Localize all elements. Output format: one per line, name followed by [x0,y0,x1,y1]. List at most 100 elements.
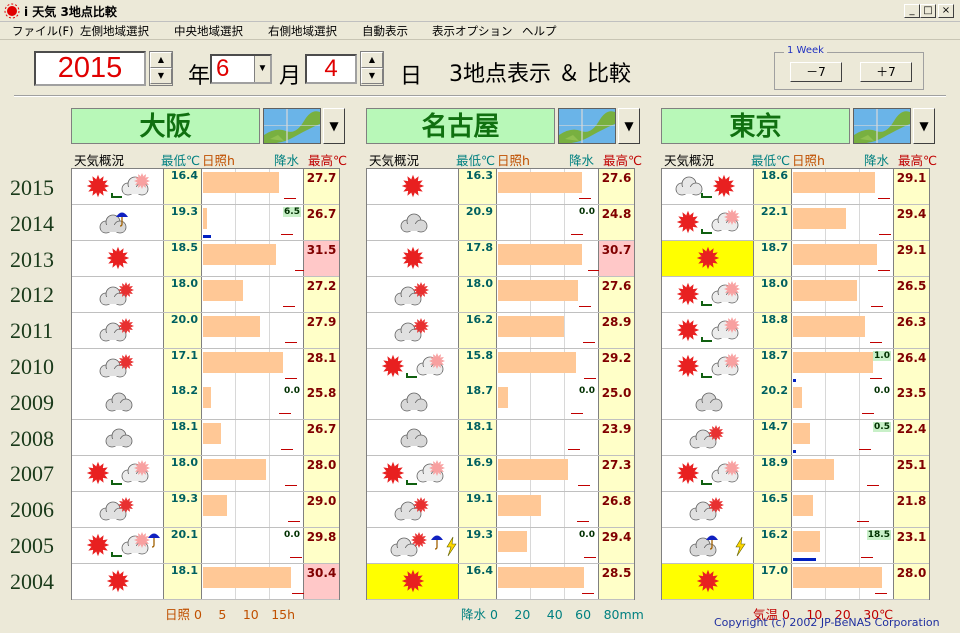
month-label: 月 [279,64,302,89]
sunshine-bar [793,531,820,552]
column-header-weather: 天気概況 [74,153,125,168]
max-temp-marker [582,341,595,343]
city-name: 名古屋 [366,108,555,144]
table-row: 16.5 21.8 [662,492,929,529]
sunshine-bar [793,172,876,193]
grid-line [825,528,826,563]
year-input[interactable]: 2015 [34,51,146,86]
weather-cell [367,420,459,456]
column-header-min: 最低℃ [456,153,496,168]
week-group-label: 1 Week [784,45,827,56]
map-thumbnail[interactable] [853,108,911,144]
column-header-min: 最低℃ [751,153,791,168]
grid-line [235,492,236,528]
menu-file[interactable]: ファイル(F) [12,23,74,39]
menu-right-region[interactable]: 右側地域選択 [268,23,337,39]
menu-help[interactable]: ヘルプ [522,23,557,39]
min-temp-cell: 16.2 [754,528,792,563]
data-grid: 18.6 29.1 22.1 29.4 18.7 29.1 18.0 26.5 18.8 26.3… [661,168,930,600]
table-row: 18.7 1.0 26.4 [662,348,929,385]
rain-bar [793,558,817,561]
map-thumbnail[interactable] [558,108,616,144]
cloud-icon [400,213,428,233]
weather-cell [367,528,459,563]
table-row: 19.3 0.0 29.4 [367,528,634,564]
sunshine-bar [203,423,221,445]
sun-icon [401,569,425,593]
spin-down-icon[interactable]: ▼ [361,68,383,84]
column-header-rain: 降水 [569,153,595,168]
grid-line [269,384,270,420]
min-temp-cell: 18.7 [459,384,497,420]
sun-icon [712,174,736,198]
grid-line [530,528,531,563]
sun-icon [401,174,425,198]
year-spinner[interactable]: ▲ ▼ [149,51,173,86]
spin-down-icon[interactable]: ▼ [150,68,172,84]
city-dropdown-button[interactable]: ▼ [323,108,345,144]
day-input[interactable]: 4 [305,54,357,84]
max-temp-marker [570,233,583,235]
year-label: 2006 [10,497,54,523]
chevron-down-icon[interactable]: ▼ [254,56,270,82]
grid-line [269,420,270,456]
table-row: 14.7 0.5 22.4 [662,420,929,457]
menu-center-region[interactable]: 中央地域選択 [174,23,243,39]
sunshine-bar [793,566,882,588]
month-select[interactable]: 6 ▼ [210,54,272,84]
year-label: 2010 [10,354,54,379]
table-row: 16.9 27.3 [367,456,634,493]
map-thumbnail[interactable] [263,108,321,144]
table-row: 18.0 28.0 [72,456,339,493]
grid-line [859,384,860,420]
grid-line [825,384,826,420]
min-temp-cell: 15.8 [459,348,497,384]
column-header-rain: 降水 [864,153,890,168]
minimize-button[interactable]: _ [904,4,920,18]
max-temp-cell: 28.0 [894,563,929,599]
max-temp-cell: 28.9 [599,312,634,348]
sun-rain-cell [497,420,599,456]
sun-icon [381,461,405,485]
weather-cell [367,312,459,348]
sunshine-bar [203,459,266,481]
title-bar: i 天気 3地点比較 _ □ × [0,0,960,22]
minus-week-button[interactable]: －7 [790,62,842,82]
spin-up-icon[interactable]: ▲ [150,52,172,68]
max-temp-marker [578,305,591,307]
sun-icon [106,246,130,269]
sunshine-bar [203,279,243,301]
max-temp-marker [875,592,888,594]
city-dropdown-button[interactable]: ▼ [618,108,640,144]
menu-auto-display[interactable]: 自動表示 [362,23,408,39]
cloud-icon [695,392,723,412]
sunshine-bar [203,351,283,373]
day-spinner[interactable]: ▲ ▼ [360,51,384,86]
spin-up-icon[interactable]: ▲ [361,52,383,68]
close-button[interactable]: × [938,4,954,18]
maximize-button[interactable]: □ [920,4,936,18]
grid-line [564,384,565,420]
min-temp-cell: 18.7 [754,348,792,384]
table-row: 15.8 29.2 [367,348,634,385]
max-temp-cell: 29.2 [599,348,634,384]
plus-week-button[interactable]: ＋7 [860,62,912,82]
weather-cell [72,169,164,204]
max-temp-marker [282,305,295,307]
sunshine-bar [793,243,877,265]
menu-display-options[interactable]: 表示オプション [432,23,513,39]
weather-cell [662,492,754,528]
table-row: 17.0 28.0 [662,563,929,600]
weather-cell [72,456,164,492]
city-dropdown-button[interactable]: ▼ [913,108,935,144]
sun-icon [676,282,700,305]
cloud-icon [105,428,133,448]
max-temp-cell: 22.4 [894,420,929,456]
rain-value: 0.0 [874,386,890,397]
sunshine-bar [498,531,527,552]
max-temp-cell: 26.4 [894,348,929,384]
menu-left-region[interactable]: 左側地域選択 [80,23,149,39]
sunshine-bar [203,243,277,265]
weather-cell [367,348,459,384]
max-temp-cell: 26.7 [304,420,339,456]
